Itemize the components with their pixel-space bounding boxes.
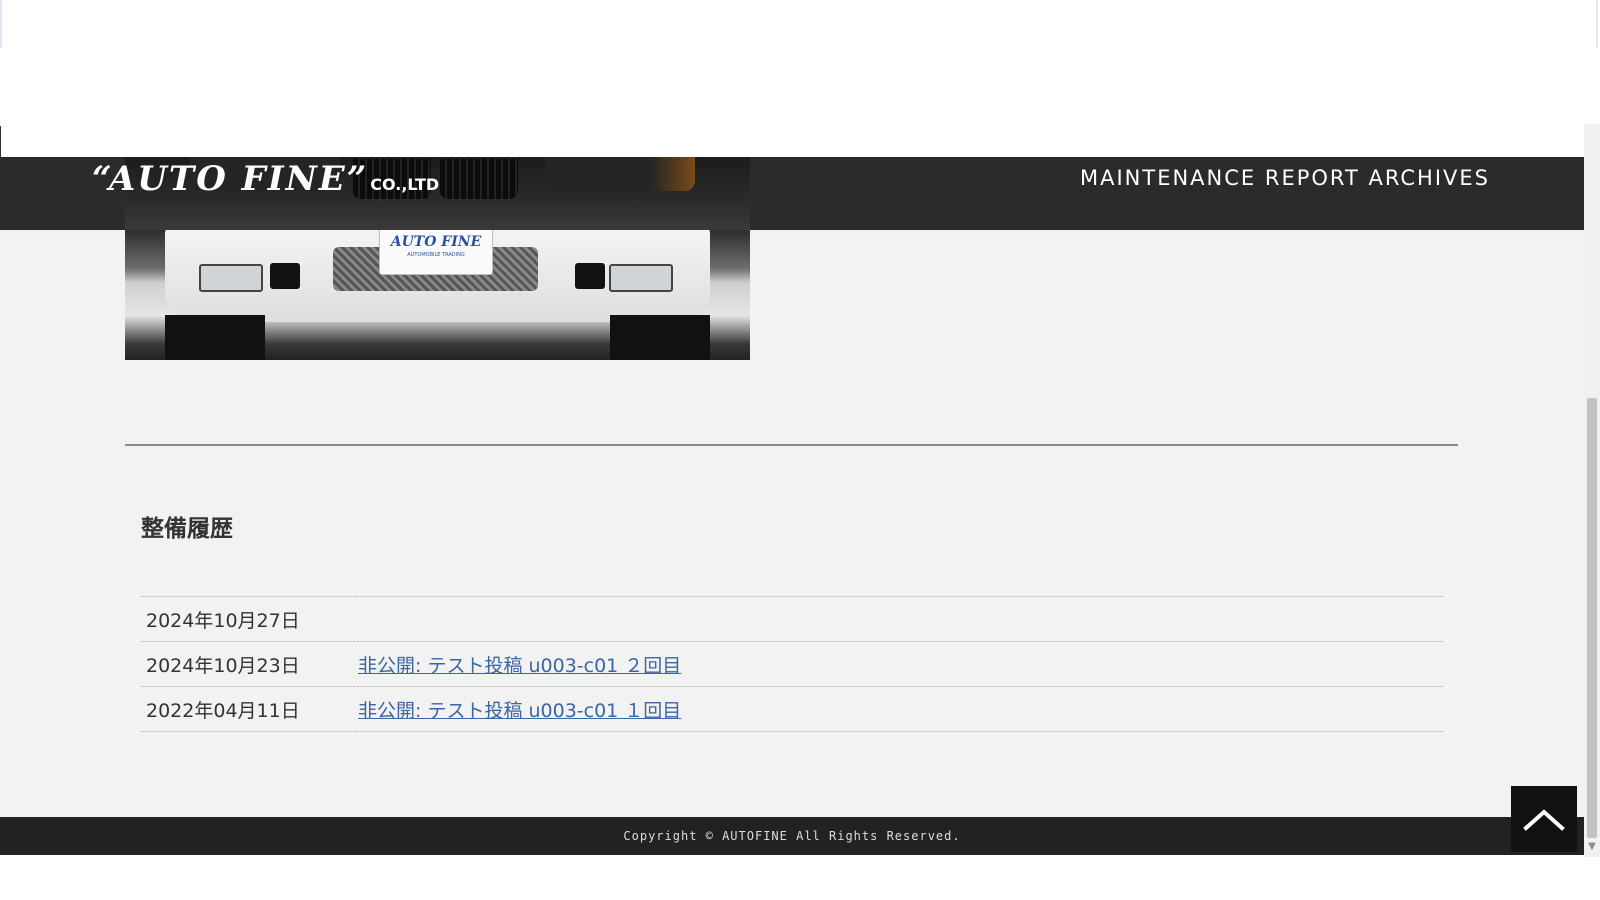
- headlamp: [545, 157, 695, 191]
- history-link-cell: 非公開: テスト投稿 u003-c01 ２回目: [358, 642, 1443, 687]
- logo-brand: “AUTO FINE”: [92, 159, 369, 199]
- frame-line: [0, 126, 1, 157]
- table-row: 2024年10月27日: [141, 596, 1443, 642]
- page-content: AUTO FINE AUTOMOBILE TRADING: [0, 157, 1584, 855]
- tire: [165, 315, 265, 360]
- site-logo[interactable]: “AUTO FINE” CO.,LTD: [92, 159, 439, 199]
- table-row: 2024年10月23日 非公開: テスト投稿 u003-c01 ２回目: [141, 641, 1443, 687]
- bumper-vent: [270, 263, 300, 289]
- kidney-grille: [440, 159, 518, 199]
- history-table: 2024年10月27日 2024年10月23日 非公開: テスト投稿 u003-…: [141, 596, 1443, 732]
- fog-lamp: [609, 264, 673, 292]
- history-link-cell: [358, 597, 1443, 642]
- plate-text: AUTO FINE: [390, 234, 482, 250]
- scroll-down-arrow-icon[interactable]: ▼: [1586, 841, 1598, 853]
- edge-mark: [1596, 0, 1598, 48]
- page-title: MAINTENANCE REPORT ARCHIVES: [1079, 166, 1490, 190]
- site-footer: Copyright © AUTOFINE All Rights Reserved…: [0, 817, 1584, 855]
- history-date: 2024年10月27日: [146, 609, 300, 632]
- table-row: 2022年04月11日 非公開: テスト投稿 u003-c01 １回目: [141, 686, 1443, 732]
- logo-suffix: CO.,LTD: [370, 175, 440, 194]
- edge-mark: [0, 0, 2, 48]
- history-link-cell: 非公開: テスト投稿 u003-c01 １回目: [358, 687, 1443, 732]
- page-top-button[interactable]: [1511, 786, 1577, 852]
- bumper-vent: [575, 263, 605, 289]
- history-date: 2022年04月11日: [146, 699, 300, 722]
- chevron-up-icon: [1523, 809, 1565, 831]
- copyright-text: Copyright © AUTOFINE All Rights Reserved…: [623, 829, 961, 843]
- plate-subtext: AUTOMOBILE TRADING: [407, 252, 465, 258]
- history-heading: 整備履歴: [141, 516, 233, 542]
- history-date: 2024年10月23日: [146, 654, 300, 677]
- history-link[interactable]: 非公開: テスト投稿 u003-c01 １回目: [358, 700, 681, 722]
- tire: [610, 315, 710, 360]
- section-divider: [125, 444, 1458, 446]
- fog-lamp: [199, 264, 263, 292]
- browser-blank-area: [0, 855, 1600, 900]
- scrollbar-thumb[interactable]: [1587, 398, 1597, 838]
- history-link[interactable]: 非公開: テスト投稿 u003-c01 ２回目: [358, 655, 681, 677]
- browser-blank-area: [0, 0, 1600, 157]
